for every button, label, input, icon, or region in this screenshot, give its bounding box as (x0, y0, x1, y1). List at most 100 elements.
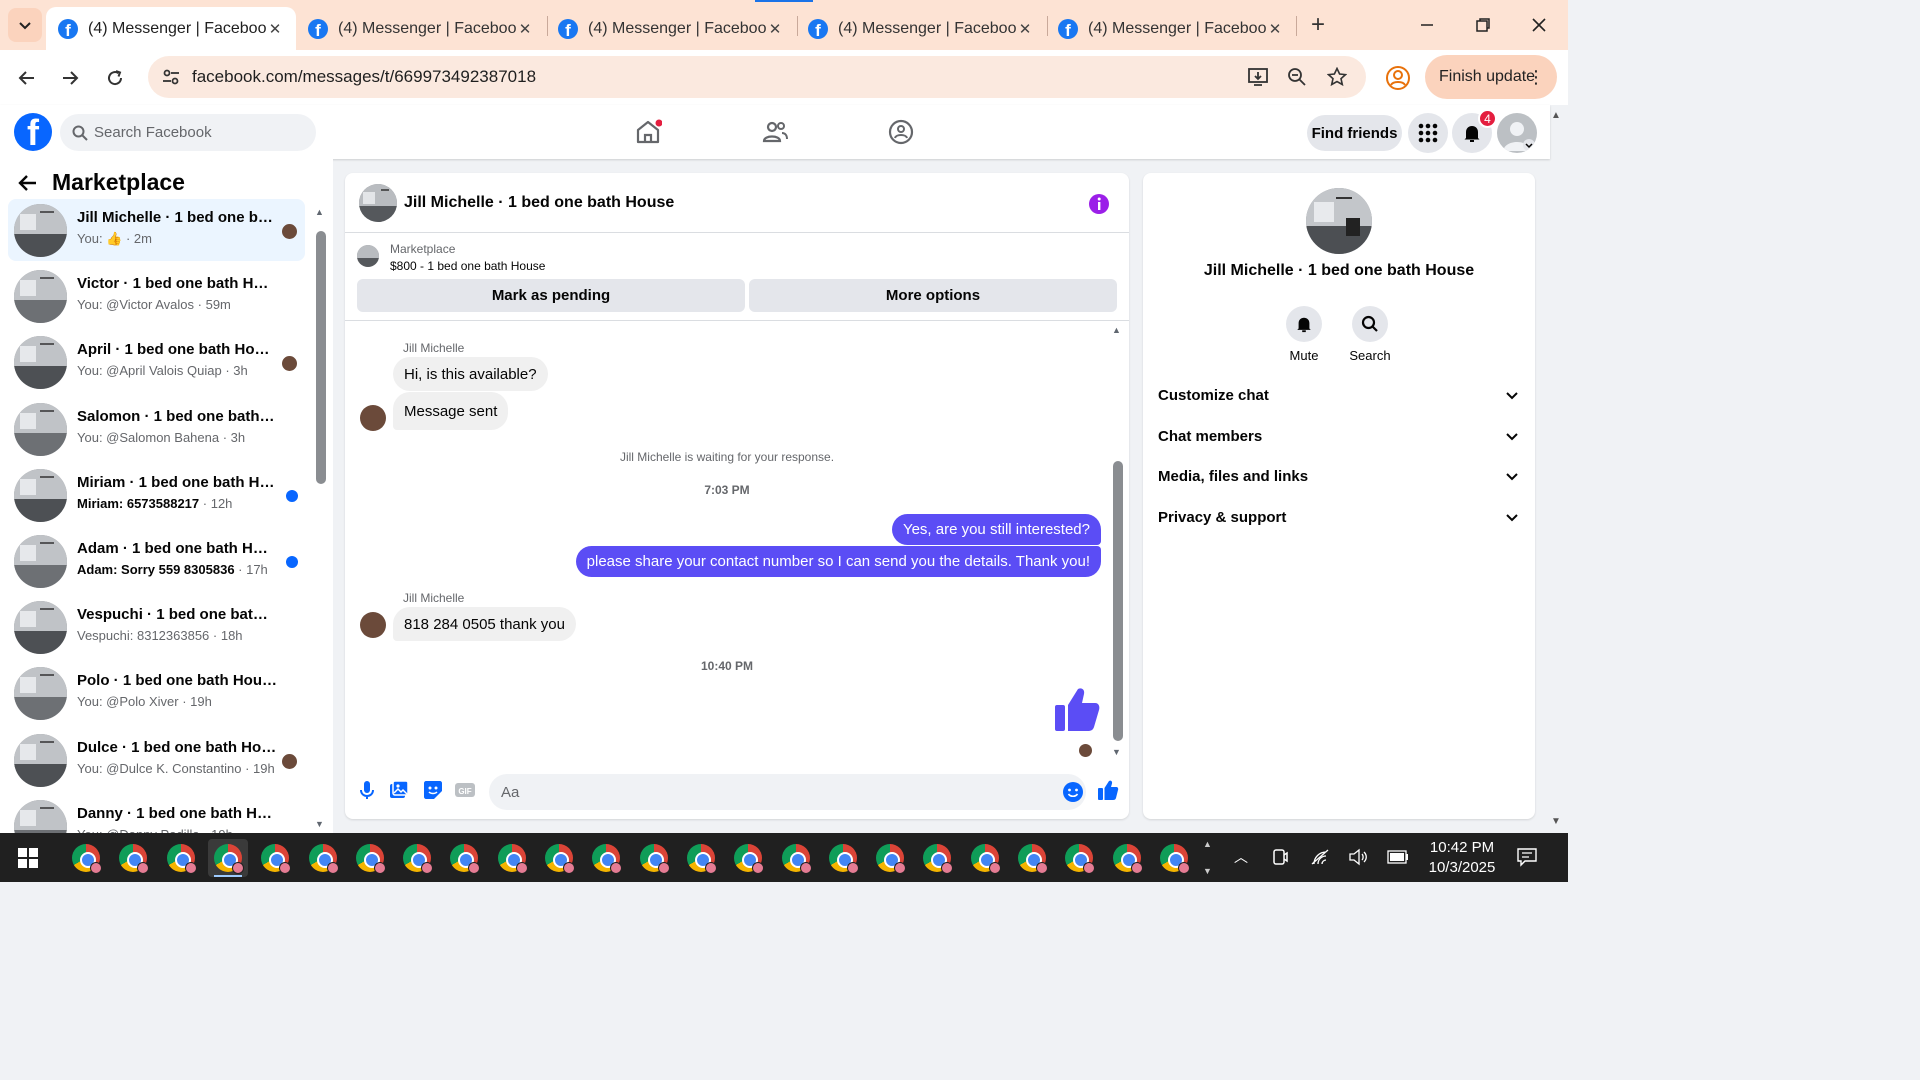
chat-scrollbar[interactable] (1113, 461, 1123, 741)
sidebar-scroll-down-arrow[interactable]: ▼ (315, 819, 324, 829)
conversation-item[interactable]: Jill Michelle · 1 bed one bath House You:… (8, 199, 305, 261)
chevron-up-icon[interactable]: ︿ (1230, 846, 1252, 868)
wifi-icon[interactable] (1309, 846, 1331, 868)
chat-scroll-up-arrow[interactable]: ▲ (1112, 325, 1121, 335)
taskbar-chrome-button[interactable] (539, 839, 579, 877)
reload-button[interactable] (99, 62, 131, 94)
facebook-logo-icon[interactable]: f (14, 113, 52, 151)
search-conversation-button[interactable]: Search (1335, 306, 1405, 363)
close-icon[interactable]: ✕ (1266, 20, 1284, 38)
search-input[interactable] (94, 124, 294, 141)
url-text[interactable]: facebook.com/messages/t/669973492387018 (192, 67, 536, 87)
sender-avatar[interactable] (360, 612, 386, 638)
conversation-item[interactable]: Salomon · 1 bed one bath House You: @Salo… (8, 398, 305, 460)
facebook-search[interactable] (60, 114, 316, 151)
taskbar-chrome-button[interactable] (1154, 839, 1194, 877)
conversation-item[interactable]: Miriam · 1 bed one bath House Miriam: 657… (8, 464, 305, 526)
browser-tab[interactable]: f (4) Messenger | Facebook ✕ (46, 7, 296, 50)
battery-icon[interactable] (1387, 846, 1409, 868)
taskbar-chrome-button[interactable] (681, 839, 721, 877)
menu-button[interactable] (1408, 113, 1448, 153)
incoming-message[interactable]: Message sent (393, 392, 509, 430)
send-like-icon[interactable] (1097, 779, 1119, 801)
windows-start-icon[interactable] (18, 848, 38, 868)
taskbar-chrome-button[interactable] (444, 839, 484, 877)
taskbar-chrome-button[interactable] (1012, 839, 1052, 877)
listing-description[interactable]: $800 - 1 bed one bath House (390, 259, 545, 273)
finish-update-button[interactable]: Finish update ⋮ (1425, 55, 1557, 99)
conversation-item[interactable]: Dulce · 1 bed one bath House You: @Dulce … (8, 729, 305, 791)
message-input-box[interactable] (489, 774, 1086, 810)
minimize-button[interactable] (1404, 8, 1450, 42)
volume-icon[interactable] (1347, 846, 1369, 868)
chat-members-section[interactable]: Chat members (1158, 418, 1520, 454)
media-files-links-section[interactable]: Media, files and links (1158, 458, 1520, 494)
conversation-item[interactable]: Victor · 1 bed one bath House You: @Victo… (8, 265, 305, 327)
conversation-item[interactable]: Vespuchi · 1 bed one bath House Vespuchi:… (8, 596, 305, 658)
incoming-message[interactable]: 818 284 0505 thank you (393, 607, 576, 641)
privacy-support-section[interactable]: Privacy & support (1158, 499, 1520, 535)
browser-tab[interactable]: f (4) Messenger | Facebook ✕ (1046, 7, 1296, 50)
outgoing-message[interactable]: Yes, are you still interested? (891, 514, 1101, 545)
chat-scroll-down-arrow[interactable]: ▼ (1112, 747, 1121, 757)
taskbar-scroll-up[interactable]: ▲ (1203, 839, 1212, 849)
taskbar-chrome-button[interactable] (917, 839, 957, 877)
profile-icon[interactable] (1385, 65, 1411, 91)
restore-button[interactable] (1460, 8, 1506, 42)
info-icon[interactable] (1088, 193, 1110, 215)
taskbar-chrome-button[interactable] (965, 839, 1005, 877)
taskbar-chrome-button[interactable] (255, 839, 295, 877)
sticker-icon[interactable] (422, 779, 444, 801)
taskbar-chrome-button[interactable] (1107, 839, 1147, 877)
page-scroll-up-arrow[interactable]: ▲ (1551, 110, 1561, 121)
gif-icon[interactable]: GIF (454, 779, 476, 801)
forward-button[interactable] (54, 62, 86, 94)
groups-icon[interactable] (887, 118, 915, 146)
taskbar-chrome-button[interactable] (161, 839, 201, 877)
mute-button[interactable]: Mute (1269, 306, 1339, 363)
taskbar-scroll-down[interactable]: ▼ (1203, 866, 1212, 876)
close-icon[interactable]: ✕ (516, 20, 534, 38)
sidebar-scrollbar[interactable] (316, 231, 326, 484)
home-icon[interactable] (634, 118, 662, 146)
zoom-icon[interactable] (1285, 65, 1309, 89)
taskbar-chrome-button[interactable] (870, 839, 910, 877)
taskbar-chrome-button[interactable] (350, 839, 390, 877)
browser-tab[interactable]: f (4) Messenger | Facebook ✕ (796, 7, 1046, 50)
taskbar-chrome-button[interactable] (586, 839, 626, 877)
sender-avatar[interactable] (360, 405, 386, 431)
conversation-item[interactable]: Adam · 1 bed one bath House Adam: Sorry 5… (8, 530, 305, 592)
taskbar-chrome-button[interactable] (66, 839, 106, 877)
system-clock[interactable]: 10:42 PM 10/3/2025 (1418, 838, 1506, 878)
close-window-button[interactable] (1516, 8, 1562, 42)
thumbs-up-icon[interactable] (1052, 685, 1102, 735)
microphone-icon[interactable] (356, 779, 378, 801)
account-avatar[interactable] (1497, 113, 1537, 153)
back-button[interactable] (11, 62, 43, 94)
taskbar-chrome-button[interactable] (207, 839, 248, 877)
browser-tab[interactable]: f (4) Messenger | Facebook ✕ (546, 7, 796, 50)
taskbar-chrome-button[interactable] (397, 839, 437, 877)
meet-now-icon[interactable] (1269, 846, 1291, 868)
taskbar-chrome-button[interactable] (113, 839, 153, 877)
friends-icon[interactable] (761, 118, 789, 146)
conversation-photo[interactable] (1306, 188, 1372, 254)
close-icon[interactable]: ✕ (266, 20, 284, 38)
taskbar-chrome-button[interactable] (823, 839, 863, 877)
browser-tab[interactable]: f (4) Messenger | Facebook ✕ (296, 7, 546, 50)
taskbar-chrome-button[interactable] (303, 839, 343, 877)
outgoing-message[interactable]: please share your contact number so I ca… (575, 546, 1101, 577)
close-icon[interactable]: ✕ (766, 20, 784, 38)
taskbar-chrome-button[interactable] (492, 839, 532, 877)
page-scroll-down-arrow[interactable]: ▼ (1551, 816, 1561, 827)
address-bar[interactable]: facebook.com/messages/t/669973492387018 (148, 56, 1366, 98)
taskbar-chrome-button[interactable] (634, 839, 674, 877)
message-input[interactable] (501, 783, 1041, 801)
taskbar-chrome-button[interactable] (776, 839, 816, 877)
mark-as-pending-button[interactable]: Mark as pending (357, 279, 745, 312)
site-settings-icon[interactable] (160, 66, 182, 88)
close-icon[interactable]: ✕ (1016, 20, 1034, 38)
sidebar-scroll-up-arrow[interactable]: ▲ (315, 207, 324, 217)
install-app-icon[interactable] (1246, 65, 1270, 89)
tab-search-button[interactable] (8, 8, 42, 42)
